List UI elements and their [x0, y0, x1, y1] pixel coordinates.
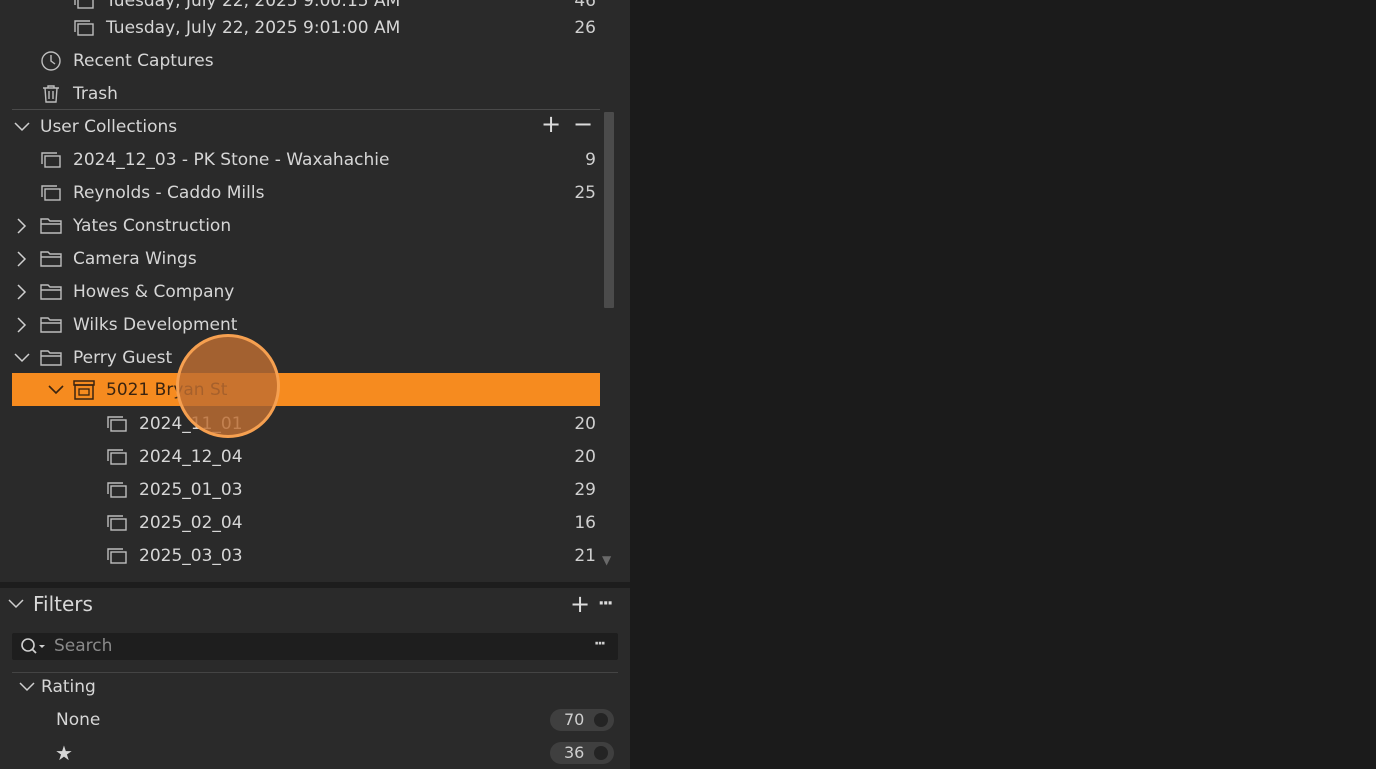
pane-divider[interactable]	[0, 582, 630, 588]
star-icon[interactable]: ★	[55, 741, 73, 765]
folder-icon	[39, 249, 63, 269]
list-item[interactable]: Reynolds - Caddo Mills 25	[0, 176, 600, 209]
rating-count: 70	[564, 710, 585, 729]
list-item-count: 26	[574, 17, 596, 38]
list-item[interactable]: 2025_01_03 29	[0, 473, 600, 506]
chevron-down-icon[interactable]	[13, 349, 31, 367]
list-item-count: 21	[574, 545, 596, 566]
chevron-right-icon[interactable]	[13, 250, 31, 268]
list-item-count: 20	[574, 413, 596, 434]
album-icon	[72, 0, 96, 11]
album-icon	[105, 480, 129, 500]
project-icon	[72, 379, 96, 400]
folder-icon	[39, 282, 63, 302]
chevron-down-icon[interactable]	[47, 381, 65, 399]
list-item-count: 9	[585, 149, 596, 170]
toggle-dot-icon	[594, 746, 608, 760]
toggle-dot-icon	[594, 713, 608, 727]
remove-collection-button[interactable]: −	[573, 110, 593, 138]
list-item-count: 29	[574, 479, 596, 500]
scrollbar-thumb[interactable]	[604, 112, 614, 308]
album-icon	[105, 414, 129, 434]
search-placeholder: Search	[54, 636, 113, 656]
list-item-count: 25	[574, 182, 596, 203]
recent-captures-item[interactable]: Recent Captures	[0, 44, 600, 77]
rating-none-count-pill[interactable]: 70	[550, 709, 614, 731]
list-item-selected[interactable]: 5021 Bryan St	[0, 373, 600, 406]
list-item[interactable]: 2024_11_01 20	[0, 407, 600, 440]
list-item[interactable]: 2024_12_04 20	[0, 440, 600, 473]
album-icon	[105, 513, 129, 533]
user-collections-header[interactable]: User Collections + −	[0, 110, 600, 143]
album-icon	[105, 447, 129, 467]
rating-one-star-count-pill[interactable]: 36	[550, 742, 614, 764]
album-icon	[39, 183, 63, 203]
list-item-label: Reynolds - Caddo Mills	[73, 182, 265, 203]
list-item[interactable]: 2024_12_03 - PK Stone - Waxahachie 9	[0, 143, 600, 176]
list-item[interactable]: Tuesday, July 22, 2025 9:01:00 AM 26	[0, 11, 600, 44]
trash-icon	[39, 84, 63, 104]
trash-item[interactable]: Trash	[0, 77, 600, 110]
add-collection-button[interactable]: +	[541, 110, 561, 138]
filter-search-input[interactable]: Search ···	[12, 633, 618, 660]
list-item-count: 46	[574, 0, 596, 11]
list-item-label: Tuesday, July 22, 2025 9:01:00 AM	[106, 17, 401, 38]
list-item-label: 2025_02_04	[139, 512, 243, 533]
chevron-right-icon[interactable]	[13, 217, 31, 235]
search-icon[interactable]	[18, 636, 48, 656]
filters-title: Filters	[33, 592, 93, 616]
album-icon	[105, 546, 129, 566]
cursor-click-indicator	[176, 334, 280, 438]
scroll-down-arrow-icon[interactable]: ▼	[602, 553, 611, 567]
chevron-right-icon[interactable]	[13, 316, 31, 334]
rating-title: Rating	[41, 677, 96, 697]
add-filter-button[interactable]: +	[570, 590, 590, 618]
list-item[interactable]: 2025_02_04 16	[0, 506, 600, 539]
rating-none-label[interactable]: None	[56, 710, 100, 730]
list-item-label: Tuesday, July 22, 2025 9:00:15 AM	[106, 0, 401, 11]
album-icon	[72, 18, 96, 38]
list-item-label: Perry Guest	[73, 347, 173, 368]
list-item[interactable]: Camera Wings	[0, 242, 600, 275]
filters-more-button[interactable]: ···	[598, 594, 613, 614]
user-collections-title: User Collections	[40, 116, 178, 137]
list-item[interactable]: Wilks Development	[0, 308, 600, 341]
rating-count: 36	[564, 743, 585, 762]
chevron-down-icon[interactable]	[7, 595, 25, 613]
list-item-label: Wilks Development	[73, 314, 238, 335]
list-item[interactable]: 2025_03_03 21	[0, 539, 600, 572]
folder-icon	[39, 216, 63, 236]
section-divider	[12, 672, 618, 673]
list-item-label: 2024_12_04	[139, 446, 243, 467]
list-item-label: Trash	[73, 83, 118, 104]
viewer-area	[630, 0, 1376, 769]
chevron-right-icon[interactable]	[13, 283, 31, 301]
list-item-label: Camera Wings	[73, 248, 197, 269]
library-panel: Tuesday, July 22, 2025 9:00:15 AM 46 Tue…	[0, 0, 630, 769]
chevron-down-icon[interactable]	[13, 118, 31, 136]
list-item[interactable]: Perry Guest	[0, 341, 600, 374]
list-item-label: 2025_03_03	[139, 545, 243, 566]
chevron-down-icon[interactable]	[18, 678, 36, 696]
list-item-label: 2025_01_03	[139, 479, 243, 500]
list-item[interactable]: Howes & Company	[0, 275, 600, 308]
list-item-count: 16	[574, 512, 596, 533]
clock-icon	[39, 50, 63, 71]
list-item-label: 2024_12_03 - PK Stone - Waxahachie	[73, 149, 390, 170]
folder-icon	[39, 348, 63, 368]
search-options-button[interactable]: ···	[594, 636, 606, 652]
list-item-label: Yates Construction	[73, 215, 232, 236]
list-item[interactable]: Yates Construction	[0, 209, 600, 242]
list-item-label: Howes & Company	[73, 281, 235, 302]
folder-icon	[39, 315, 63, 335]
list-item-count: 20	[574, 446, 596, 467]
album-icon	[39, 150, 63, 170]
list-item-label: Recent Captures	[73, 50, 214, 71]
